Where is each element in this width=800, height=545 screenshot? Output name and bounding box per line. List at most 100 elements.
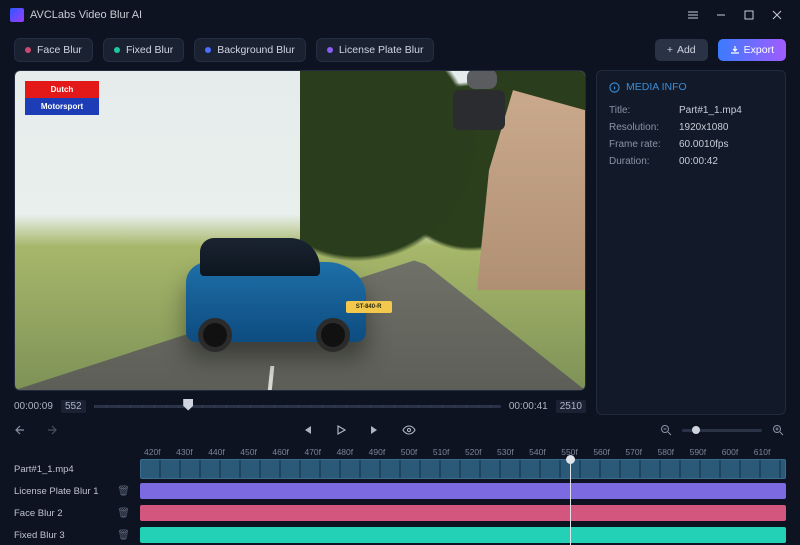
license-plate: ST-840-R: [346, 301, 392, 313]
hamburger-icon[interactable]: [680, 4, 706, 26]
export-button[interactable]: Export: [718, 39, 786, 61]
playhead-icon[interactable]: [570, 459, 571, 545]
track-fixed-label: Fixed Blur 3: [14, 530, 65, 541]
mi-title-v: Part#1_1.mp4: [679, 105, 742, 116]
ruler-tick: 590f: [690, 447, 722, 457]
ruler-tick: 420f: [144, 447, 176, 457]
mi-dur-k: Duration:: [609, 156, 679, 167]
minimize-icon[interactable]: [708, 4, 734, 26]
prev-frame-button[interactable]: [299, 422, 315, 438]
track-video: Part#1_1.mp4: [14, 459, 786, 479]
media-info-panel: MEDIA INFO Title:Part#1_1.mp4 Resolution…: [596, 70, 786, 415]
ruler-tick: 610f: [754, 447, 786, 457]
license-plate-blur-button[interactable]: License Plate Blur: [316, 38, 435, 62]
ruler-tick: 500f: [401, 447, 433, 457]
face-blur-button[interactable]: Face Blur: [14, 38, 93, 62]
visibility-toggle[interactable]: [401, 422, 417, 438]
track-video-label: Part#1_1.mp4: [14, 464, 74, 475]
ruler-tick: 570f: [625, 447, 657, 457]
zoom-in-button[interactable]: [770, 422, 786, 438]
track-fixed: Fixed Blur 3 🗑: [14, 525, 786, 545]
export-icon: [730, 45, 740, 55]
ruler-tick: 440f: [208, 447, 240, 457]
maximize-icon[interactable]: [736, 4, 762, 26]
next-frame-button[interactable]: [367, 422, 383, 438]
titlebar: AVCLabs Video Blur AI: [0, 0, 800, 30]
ruler-tick: 550f: [561, 447, 593, 457]
timeline-tracks: Part#1_1.mp4 License Plate Blur 1 🗑 Face …: [14, 459, 786, 545]
ruler-tick: 540f: [529, 447, 561, 457]
transport-controls: [0, 415, 800, 445]
zoom-slider[interactable]: [682, 429, 762, 432]
seek-right-frame: 2510: [556, 400, 586, 413]
track-license: License Plate Blur 1 🗑: [14, 481, 786, 501]
ruler-tick: 470f: [304, 447, 336, 457]
track-face-lane[interactable]: [140, 505, 786, 521]
ruler-tick: 490f: [369, 447, 401, 457]
track-face-delete[interactable]: 🗑: [117, 508, 130, 519]
add-button[interactable]: + Add: [655, 39, 708, 61]
export-label: Export: [744, 44, 774, 56]
ruler-tick: 460f: [272, 447, 304, 457]
badge-top: Dutch: [25, 81, 99, 98]
ruler-tick: 560f: [593, 447, 625, 457]
zoom-out-button[interactable]: [658, 422, 674, 438]
fixed-blur-button[interactable]: Fixed Blur: [103, 38, 184, 62]
badge-bottom: Motorsport: [25, 98, 99, 115]
watermark-badge: Dutch Motorsport: [25, 81, 99, 115]
ruler-tick: 450f: [240, 447, 272, 457]
ruler-tick: 520f: [465, 447, 497, 457]
fixed-dot-icon: [114, 47, 120, 53]
undo-button[interactable]: [14, 422, 30, 438]
mi-res-v: 1920x1080: [679, 122, 729, 133]
video-preview[interactable]: ST-840-R Dutch Motorsport: [14, 70, 586, 391]
seek-right-time: 00:00:41: [509, 401, 548, 412]
track-license-delete[interactable]: 🗑: [117, 486, 130, 497]
background-blur-button[interactable]: Background Blur: [194, 38, 306, 62]
seek-left-time: 00:00:09: [14, 401, 53, 412]
app-title: AVCLabs Video Blur AI: [30, 9, 142, 21]
info-icon: [609, 82, 620, 93]
ruler-tick: 580f: [658, 447, 690, 457]
redo-button[interactable]: [42, 422, 58, 438]
ruler-tick: 480f: [337, 447, 369, 457]
close-icon[interactable]: [764, 4, 790, 26]
mi-fps-k: Frame rate:: [609, 139, 679, 150]
track-license-label: License Plate Blur 1: [14, 486, 99, 497]
window-buttons: [680, 4, 790, 26]
toolbar: Face Blur Fixed Blur Background Blur Lic…: [0, 30, 800, 70]
add-label: Add: [677, 44, 696, 56]
mi-res-k: Resolution:: [609, 122, 679, 133]
seek-left-frame: 552: [61, 400, 86, 413]
play-button[interactable]: [333, 422, 349, 438]
ruler-tick: 600f: [722, 447, 754, 457]
track-face-label: Face Blur 2: [14, 508, 63, 519]
timeline-ruler: 420f430f440f450f460f470f480f490f500f510f…: [144, 447, 786, 457]
main-area: ST-840-R Dutch Motorsport 00:00:09 552 0…: [0, 70, 800, 415]
mi-fps-v: 60.0010fps: [679, 139, 729, 150]
track-license-lane[interactable]: [140, 483, 786, 499]
mi-dur-v: 00:00:42: [679, 156, 718, 167]
zoom-handle-icon[interactable]: [692, 426, 700, 434]
media-info-title: MEDIA INFO: [626, 81, 687, 93]
app-logo-icon: [10, 8, 24, 22]
track-fixed-lane[interactable]: [140, 527, 786, 543]
app-title-wrap: AVCLabs Video Blur AI: [10, 8, 142, 22]
seek-track[interactable]: [94, 405, 501, 408]
ruler-tick: 430f: [176, 447, 208, 457]
ruler-tick: 510f: [433, 447, 465, 457]
preview-panel: ST-840-R Dutch Motorsport 00:00:09 552 0…: [14, 70, 586, 415]
lp-dot-icon: [327, 47, 333, 53]
track-fixed-delete[interactable]: 🗑: [117, 530, 130, 541]
background-blur-label: Background Blur: [217, 44, 295, 56]
seek-handle-icon[interactable]: [183, 399, 193, 411]
timeline: 420f430f440f450f460f470f480f490f500f510f…: [0, 445, 800, 545]
face-blur-label: Face Blur: [37, 44, 82, 56]
face-dot-icon: [25, 47, 31, 53]
plus-icon: +: [667, 44, 673, 56]
ruler-tick: 530f: [497, 447, 529, 457]
bg-dot-icon: [205, 47, 211, 53]
track-video-lane[interactable]: [140, 459, 786, 479]
fixed-blur-label: Fixed Blur: [126, 44, 173, 56]
media-info-header: MEDIA INFO: [609, 81, 773, 93]
